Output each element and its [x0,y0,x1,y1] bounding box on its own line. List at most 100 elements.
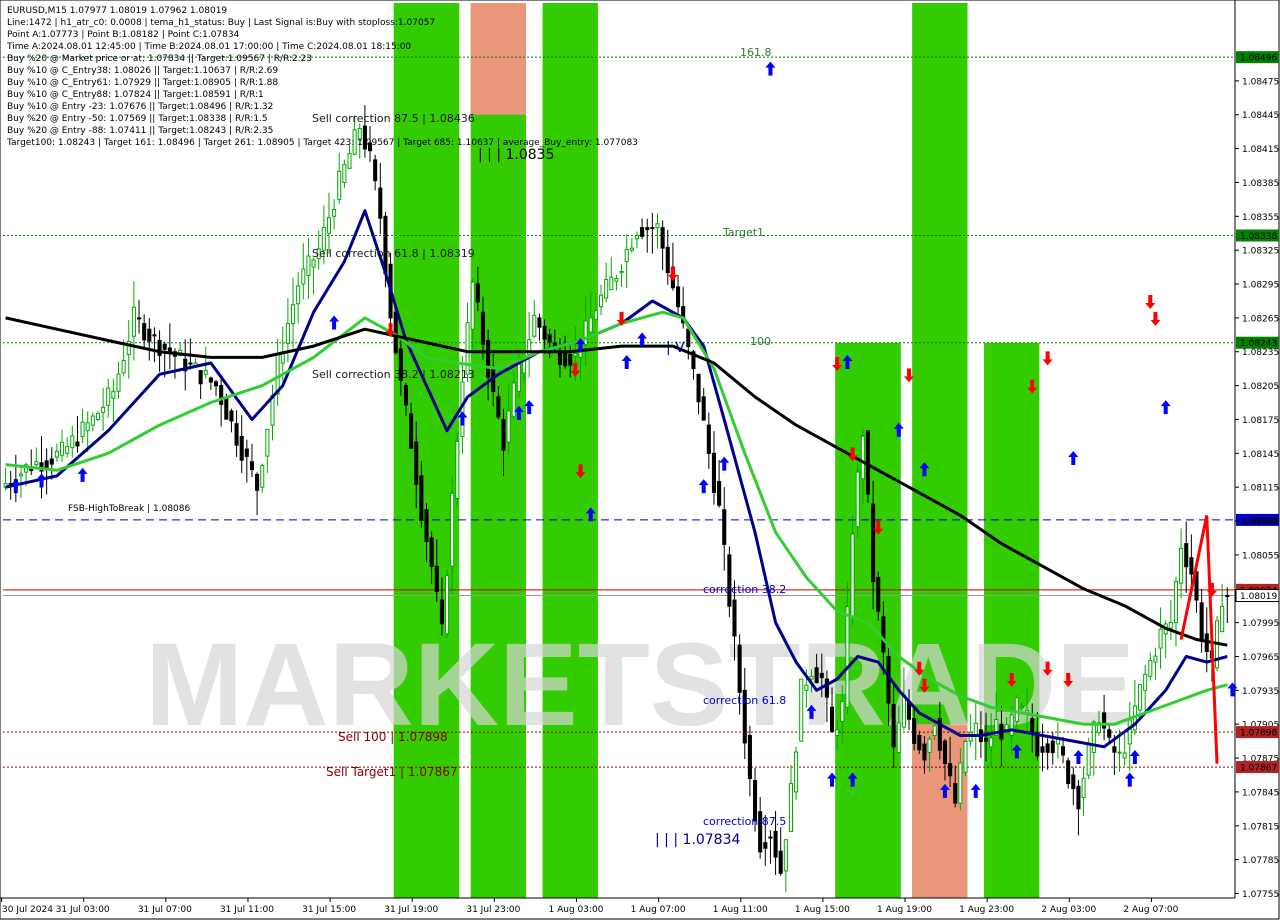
candle-body [306,255,311,277]
y-tick-label: 1.08055 [1242,551,1279,561]
candle-body [634,235,640,240]
candle-body [593,310,598,320]
y-tick-label: 1.08475 [1242,77,1279,87]
candle-body [1158,628,1163,649]
x-tick-label: 31 Jul 23:00 [466,905,520,915]
candle-body [249,461,255,471]
candle-body [49,458,54,465]
candle-body [188,362,193,365]
candle-body [373,159,378,182]
candle-body [424,509,429,542]
candle-body [229,410,234,422]
y-tick-label: 1.07898 [1240,729,1277,739]
y-tick-label: 1.07785 [1242,856,1279,866]
x-tick-label: 1 Aug 11:00 [713,905,768,915]
x-tick-label: 1 Aug 03:00 [549,905,604,915]
candle-body [75,441,80,447]
y-tick-label: 1.07815 [1242,822,1279,832]
candle-body [624,248,629,262]
correction-382-label: correction 38.2 [703,583,786,596]
x-tick-label: 1 Aug 23:00 [959,905,1014,915]
info-line: Time A:2024.08.01 12:45:00 | Time B:2024… [6,42,411,52]
candle-body [948,763,953,777]
candle-body [568,354,573,366]
info-line: Point A:1.07773 | Point B:1.08182 | Poin… [7,30,240,40]
candle-body [927,738,932,753]
info-line: Line:1472 | h1_atr_c0: 0.0008 | tema_h1_… [7,18,435,28]
candle-body [326,217,332,234]
candle-body [1153,655,1158,663]
candle-body [983,737,989,742]
candle-body [1040,746,1045,753]
candle-body [871,503,876,583]
candle-body [224,397,229,420]
candle-body [419,475,424,521]
candle-body [44,460,49,469]
candle-body [1173,581,1179,624]
x-tick-label: 31 Jul 11:00 [220,905,274,915]
candle-body [342,163,347,183]
candle-body [347,153,352,169]
correction-875-label: correction 87.5 [703,815,786,828]
candle-body [1137,684,1143,711]
candle-body [54,450,59,458]
candle-body [1050,740,1055,754]
candle-body [1102,712,1107,729]
candle-body [537,317,542,328]
candle-body [768,836,773,839]
candle-body [101,406,106,413]
candle-body [90,415,95,426]
candle-body [429,537,434,567]
candle-body [665,246,670,274]
candle-body [203,370,208,375]
x-tick-label: 1 Aug 15:00 [795,905,850,915]
candle-body [1127,719,1132,745]
candle-body [1199,602,1204,642]
candle-body [131,306,136,337]
candle-body [855,471,860,528]
y-tick-label: 1.07867 [1240,764,1277,774]
y-tick-label: 1.08338 [1240,232,1277,242]
candle-body [711,452,717,493]
price-chart: MARKETSTRADE Sell correction 87.5 | 1.08… [0,0,1280,920]
sell-100-label: Sell 100 | 1.07898 [338,730,448,744]
candle-body [778,850,783,874]
candle-body [783,839,788,872]
sell-target1-label: Sell Target1 | 1.07867 [326,765,458,779]
candle-body [1060,746,1066,756]
sell-correction-618-label: Sell correction 61.8 | 1.08319 [312,247,475,260]
candle-body [629,247,634,251]
y-tick-label: 1.07965 [1242,653,1279,663]
candle-body [1122,752,1127,759]
level-bottom-label: | | | 1.07834 [655,832,740,848]
candle-body [1143,673,1148,691]
candle-body [337,170,342,200]
candle-body [1107,729,1112,738]
candle-body [80,421,85,437]
candle-body [896,722,901,753]
x-tick-label: 30 Jul 2024 [2,905,53,915]
candle-body [1076,785,1081,810]
candle-body [973,722,978,736]
candle-body [414,441,419,485]
candle-body [1091,721,1096,753]
candle-body [152,334,157,337]
y-tick-label: 1.08496 [1240,54,1277,64]
candle-body [219,385,224,405]
sell-correction-875-label: Sell correction 87.5 | 1.08436 [312,112,475,125]
candle-body [819,672,824,679]
candle-body [378,187,383,219]
candle-body [455,440,460,499]
candle-body [1066,760,1071,784]
candle-body [922,743,927,761]
candle-body [989,737,994,748]
info-line: Buy %20 @ Entry -88: 1.07411 || Target:1… [7,126,273,136]
y-tick-label: 1.08115 [1242,484,1279,494]
y-tick-label: 1.08325 [1242,247,1279,257]
y-tick-label: 1.07935 [1242,687,1279,697]
candle-body [737,644,742,693]
candle-body [547,334,552,343]
candle-body [563,352,568,367]
y-tick-label: 1.08415 [1242,145,1279,155]
candle-body [614,277,619,282]
